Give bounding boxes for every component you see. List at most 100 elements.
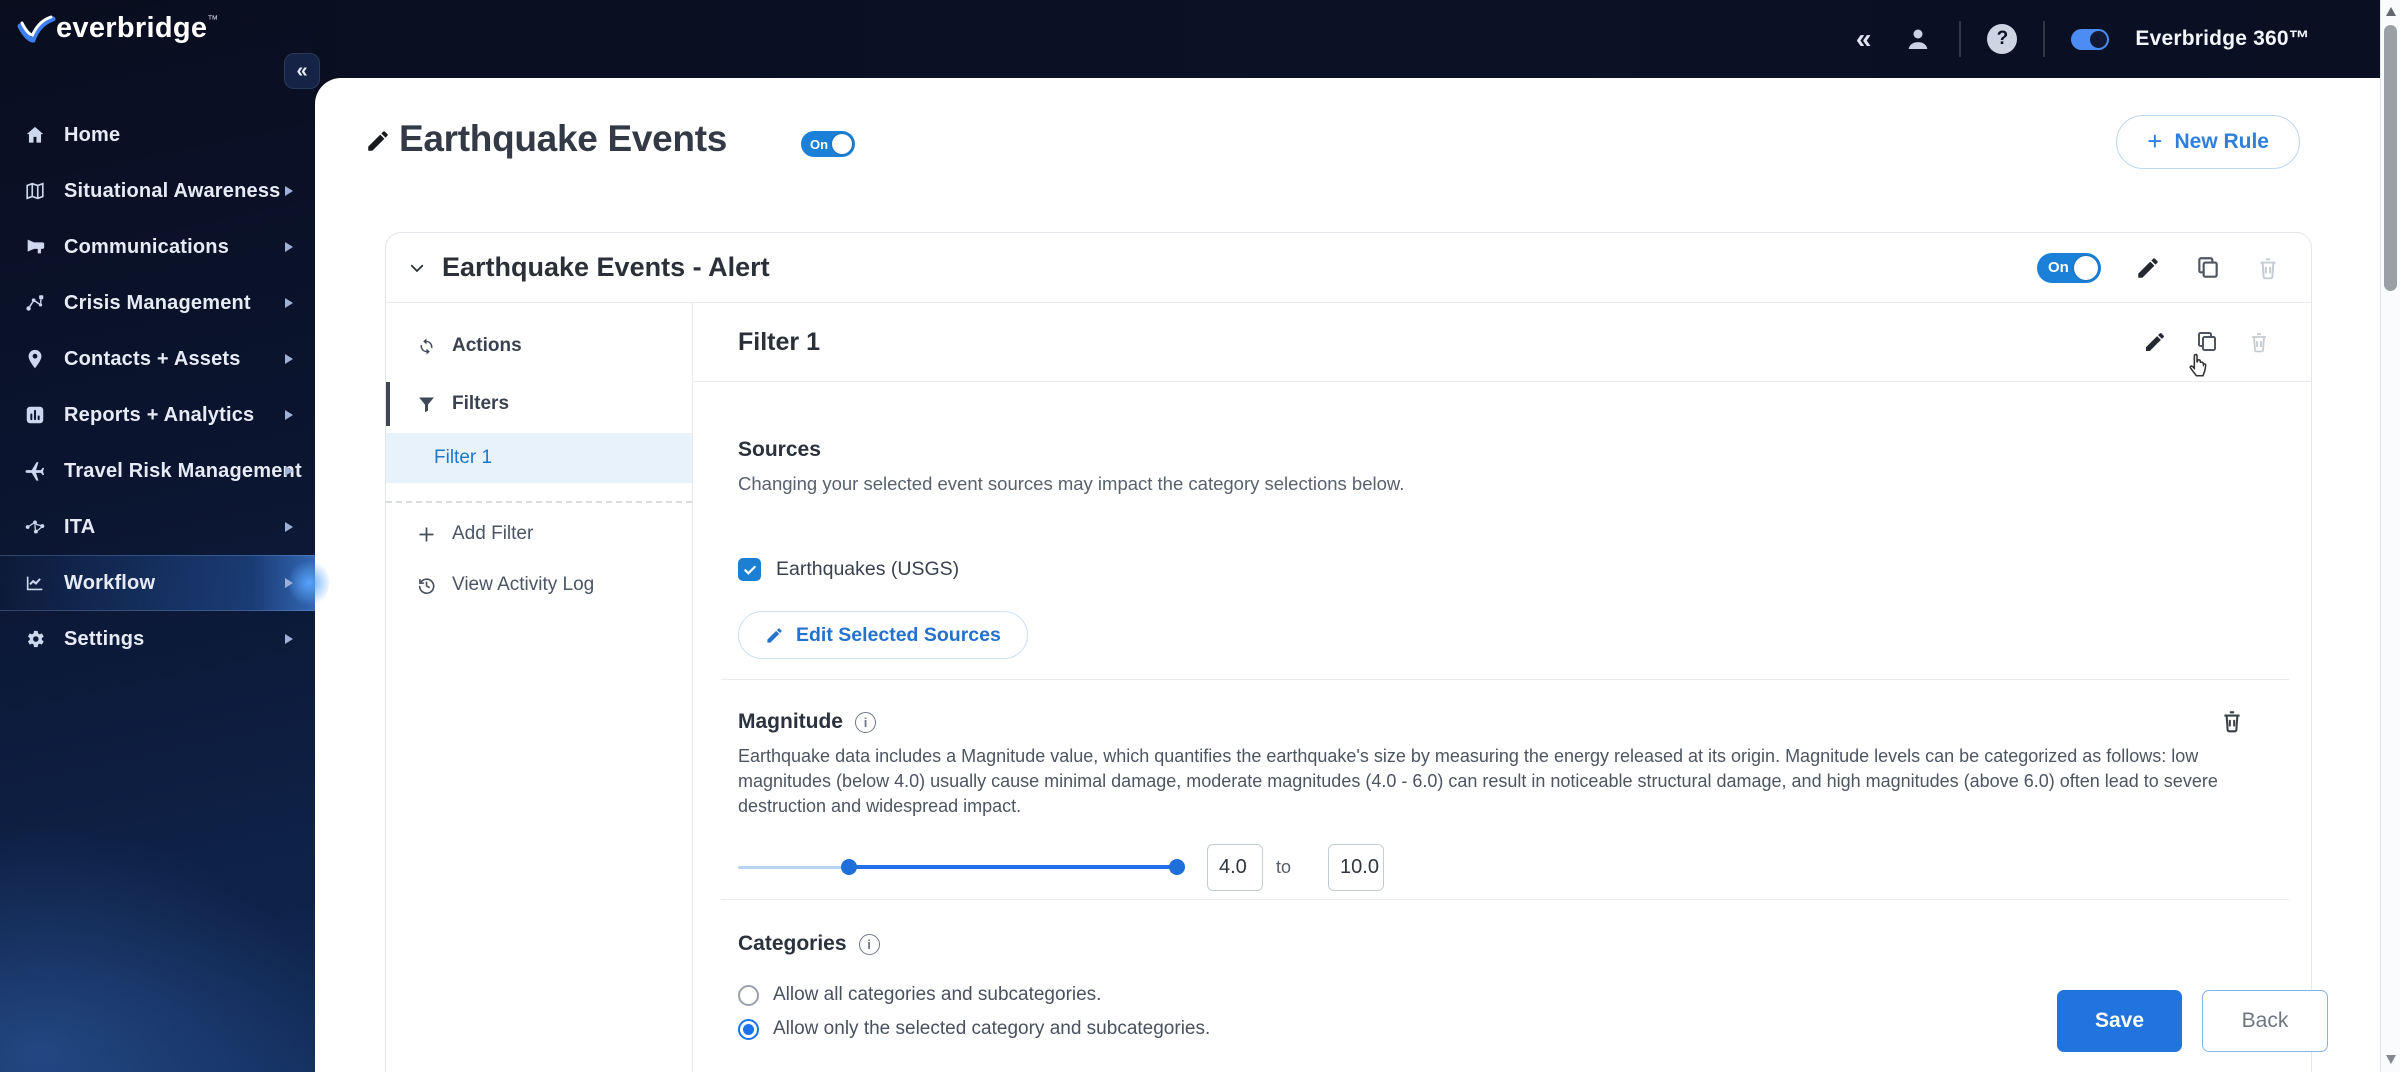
filter-title: Filter 1 (738, 327, 820, 356)
delete-rule-icon[interactable] (2255, 255, 2281, 281)
edit-selected-sources-button[interactable]: Edit Selected Sources (738, 611, 1028, 659)
edit-rule-icon[interactable] (2135, 255, 2161, 281)
location-pin-icon (22, 346, 48, 372)
chevron-right-icon (285, 186, 293, 196)
rule-status-toggle[interactable]: On (801, 131, 855, 157)
sidebar-item-reports-analytics[interactable]: Reports + Analytics (0, 387, 315, 443)
radio-unselected[interactable] (738, 984, 759, 1006)
new-rule-button[interactable]: + New Rule (2116, 115, 2300, 169)
sidebar-item-home[interactable]: Home (0, 107, 315, 163)
airplane-icon (22, 458, 48, 484)
funnel-icon (414, 392, 438, 416)
user-account-icon[interactable] (1903, 24, 1933, 54)
sidebar-collapse-button[interactable]: « (284, 53, 320, 89)
save-button[interactable]: Save (2057, 990, 2182, 1052)
rule-inner-nav: Actions Filters Filter 1 Add Filter View… (386, 303, 693, 1072)
sources-heading: Sources (738, 438, 821, 461)
section-divider (721, 679, 2289, 680)
scrollbar-thumb[interactable] (2384, 25, 2397, 291)
plus-icon (414, 522, 438, 546)
chevron-right-icon (285, 298, 293, 308)
radio-selected[interactable] (738, 1018, 759, 1040)
scrollbar-up-arrow[interactable] (2386, 7, 2396, 16)
rule-card-title: Earthquake Events - Alert (442, 252, 770, 282)
magnitude-slider-row: to (738, 843, 2311, 891)
sidebar-nav: Home Situational Awareness Communication… (0, 107, 329, 667)
sidebar-item-situational-awareness[interactable]: Situational Awareness (0, 163, 315, 219)
scrollbar-down-arrow[interactable] (2386, 1055, 2396, 1064)
sync-icon (414, 334, 438, 358)
nav-actions[interactable]: Actions (386, 324, 692, 368)
magnitude-heading: Magnitude (738, 710, 843, 733)
magnitude-min-input[interactable] (1207, 843, 1263, 891)
alert-status-toggle[interactable]: On (2037, 252, 2101, 283)
gear-icon (22, 626, 48, 652)
everbridge-logo-icon (17, 15, 56, 43)
back-button[interactable]: Back (2202, 990, 2328, 1052)
magnitude-slider[interactable] (738, 859, 1185, 875)
sources-description: Changing your selected event sources may… (738, 473, 1405, 494)
filter-panel: Filter 1 Sources Changing your selected … (693, 303, 2311, 1072)
info-icon[interactable]: i (855, 711, 876, 733)
chevron-right-icon (285, 410, 293, 420)
info-icon[interactable]: i (858, 933, 880, 955)
filter-panel-header: Filter 1 (693, 303, 2311, 382)
topbar-divider (1959, 21, 1962, 57)
to-label: to (1276, 856, 1292, 877)
sidebar-item-contacts-assets[interactable]: Contacts + Assets (0, 331, 315, 387)
collapse-panel-icon[interactable]: « (1856, 23, 1872, 55)
edit-title-icon[interactable] (365, 128, 391, 154)
rule-card: Earthquake Events - Alert On Actions Fil… (385, 232, 2312, 1072)
map-icon (22, 178, 48, 204)
nav-filter-1[interactable]: Filter 1 (386, 433, 692, 483)
delete-filter-icon[interactable] (2247, 330, 2271, 354)
active-section-indicator (386, 382, 390, 426)
plus-icon: + (2147, 126, 2163, 156)
pencil-icon (767, 627, 782, 643)
sidebar-item-travel-risk[interactable]: Travel Risk Management (0, 443, 315, 499)
duplicate-rule-icon[interactable] (2195, 255, 2221, 281)
sources-section: Sources Changing your selected event sou… (738, 438, 2311, 659)
sidebar: everbridge ™ « Home Situational Awarenes… (0, 0, 329, 1072)
network-icon (22, 514, 48, 540)
line-chart-icon (22, 570, 48, 596)
duplicate-filter-icon[interactable] (2195, 330, 2219, 354)
rule-card-header: Earthquake Events - Alert On (386, 233, 2311, 303)
magnitude-section: Magnitude i Earthquake data includes a M… (738, 710, 2311, 891)
chevron-right-icon (285, 242, 293, 252)
page-header: Earthquake Events On + New Rule (315, 78, 2380, 198)
section-divider (721, 899, 2289, 900)
earthquakes-usgs-checkbox[interactable] (738, 558, 761, 581)
add-filter-button[interactable]: Add Filter (386, 512, 692, 556)
collapse-card-chevron-icon[interactable] (408, 259, 426, 277)
magnitude-max-input[interactable] (1328, 843, 1385, 891)
main-content: Earthquake Events On + New Rule Earthqua… (315, 78, 2380, 1072)
sidebar-item-crisis-management[interactable]: Crisis Management (0, 275, 315, 331)
everbridge-360-toggle[interactable] (2071, 28, 2110, 50)
screen: « ? Everbridge 360™ everbridge ™ « Home (0, 0, 2400, 1072)
slider-max-handle[interactable] (1169, 859, 1185, 875)
chevron-right-icon (285, 354, 293, 364)
bar-chart-icon (22, 402, 48, 428)
sidebar-item-workflow[interactable]: Workflow (0, 555, 329, 611)
sidebar-item-communications[interactable]: Communications (0, 219, 315, 275)
sidebar-item-ita[interactable]: ITA (0, 499, 315, 555)
chevron-right-icon (285, 634, 293, 644)
slider-min-handle[interactable] (841, 859, 858, 875)
top-bar: « ? Everbridge 360™ (0, 0, 2380, 78)
everbridge-logo: everbridge ™ (16, 12, 218, 48)
topbar-divider (2043, 21, 2046, 57)
page-scrollbar[interactable] (2380, 0, 2400, 1072)
view-activity-log-button[interactable]: View Activity Log (386, 563, 692, 607)
delete-magnitude-icon[interactable] (2219, 708, 2245, 734)
help-icon[interactable]: ? (1987, 24, 2018, 54)
sidebar-item-settings[interactable]: Settings (0, 611, 315, 667)
chevron-right-icon (285, 466, 293, 476)
page-title: Earthquake Events (399, 118, 728, 159)
edit-filter-icon[interactable] (2143, 330, 2167, 354)
product-label: Everbridge 360™ (2135, 27, 2310, 50)
megaphone-icon (22, 234, 48, 260)
crisis-nodes-icon (22, 290, 48, 316)
magnitude-description: Earthquake data includes a Magnitude val… (738, 746, 2218, 816)
nav-filters[interactable]: Filters (386, 382, 692, 426)
